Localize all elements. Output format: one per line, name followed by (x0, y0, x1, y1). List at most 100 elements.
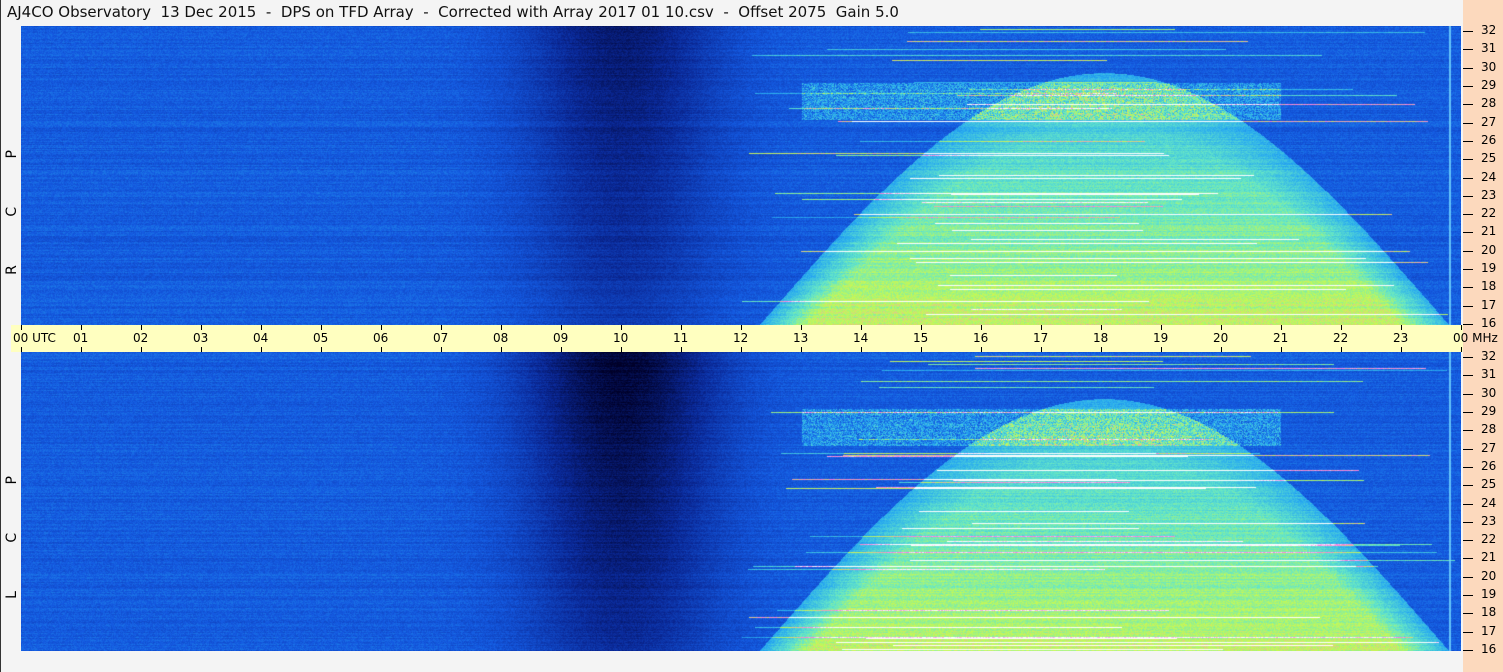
time-tick-mark (681, 347, 682, 352)
freq-tick-label: 16 (1481, 316, 1497, 330)
time-tick-mark (1281, 347, 1282, 352)
freq-tick-mark (1463, 85, 1473, 87)
time-tick-mark (561, 347, 562, 352)
time-tick-label: 07 (433, 331, 449, 345)
lcp-label: L C P (4, 454, 20, 599)
lcp-spectrogram-panel (21, 352, 1461, 651)
time-tick-mark (321, 325, 322, 330)
freq-tick-label: 27 (1481, 440, 1497, 455)
freq-tick-mark (1463, 540, 1473, 542)
time-tick-label: 10 (613, 331, 629, 345)
time-tick-mark (1461, 347, 1462, 352)
freq-tick-label: 22 (1481, 206, 1497, 221)
time-tick-mark (81, 325, 82, 330)
freq-tick-label: 21 (1481, 550, 1497, 565)
freq-tick-mark (1463, 558, 1473, 560)
freq-tick-mark (1463, 613, 1473, 615)
time-tick-mark (21, 347, 22, 352)
freq-tick-mark (1463, 287, 1473, 289)
time-tick-mark (1401, 325, 1402, 330)
rcp-label: R C P (4, 128, 20, 275)
time-tick-label: 03 (193, 331, 209, 345)
time-tick-mark (441, 325, 442, 330)
time-tick-mark (981, 325, 982, 330)
freq-tick-mark (1463, 324, 1473, 325)
time-tick-mark (381, 325, 382, 330)
freq-tick-mark (1463, 411, 1473, 413)
time-tick-label: 11 (673, 331, 689, 345)
freq-tick-label: 17 (1481, 297, 1497, 312)
time-tick-label: 00 MHz (1453, 331, 1498, 345)
time-tick-mark (741, 347, 742, 352)
time-tick-label: 22 (1333, 331, 1349, 345)
time-tick-mark (141, 325, 142, 330)
freq-tick-label: 22 (1481, 532, 1497, 547)
freq-tick-label: 32 (1481, 23, 1497, 37)
freq-tick-mark (1463, 393, 1473, 395)
freq-tick-mark (1463, 195, 1473, 197)
time-tick-label: 02 (133, 331, 149, 345)
freq-tick-mark (1463, 104, 1473, 106)
freq-tick-mark (1463, 503, 1473, 505)
spectrogram-window: AJ4CO Observatory 13 Dec 2015 - DPS on T… (0, 0, 1503, 672)
freq-tick-mark (1463, 67, 1473, 69)
time-tick-mark (1161, 325, 1162, 330)
freq-tick-mark (1463, 448, 1473, 450)
freq-tick-label: 26 (1481, 458, 1497, 473)
freq-tick-mark (1463, 631, 1473, 633)
freq-tick-label: 28 (1481, 422, 1497, 437)
freq-tick-mark (1463, 357, 1473, 358)
freq-tick-label: 24 (1481, 169, 1497, 184)
time-tick-mark (681, 325, 682, 330)
time-tick-label: 08 (493, 331, 509, 345)
time-tick-mark (861, 347, 862, 352)
freq-tick-mark (1463, 430, 1473, 432)
freq-tick-label: 29 (1481, 77, 1497, 92)
freq-tick-label: 25 (1481, 477, 1497, 492)
time-tick-label: 00 UTC (13, 331, 56, 345)
time-tick-mark (1101, 347, 1102, 352)
time-tick-mark (801, 347, 802, 352)
freq-tick-label: 24 (1481, 495, 1497, 510)
time-tick-label: 05 (313, 331, 329, 345)
freq-tick-label: 29 (1481, 403, 1497, 418)
time-tick-label: 20 (1213, 331, 1229, 345)
time-tick-mark (561, 325, 562, 330)
time-tick-mark (981, 347, 982, 352)
time-tick-mark (1341, 325, 1342, 330)
time-tick-label: 01 (73, 331, 89, 345)
freq-tick-mark (1463, 269, 1473, 271)
time-tick-label: 04 (253, 331, 269, 345)
time-tick-mark (1041, 325, 1042, 330)
freq-tick-label: 17 (1481, 623, 1497, 638)
time-tick-mark (1401, 347, 1402, 352)
freq-tick-mark (1463, 31, 1473, 32)
time-tick-label: 14 (853, 331, 869, 345)
freq-tick-mark (1463, 521, 1473, 523)
time-tick-mark (921, 347, 922, 352)
freq-tick-label: 20 (1481, 568, 1497, 583)
time-tick-mark (1281, 325, 1282, 330)
freq-tick-mark (1463, 305, 1473, 307)
freq-tick-mark (1463, 595, 1473, 597)
time-tick-mark (1461, 325, 1462, 330)
time-tick-label: 19 (1153, 331, 1169, 345)
time-tick-mark (1221, 325, 1222, 330)
freq-tick-label: 27 (1481, 114, 1497, 129)
freq-tick-label: 18 (1481, 279, 1497, 294)
time-tick-mark (81, 347, 82, 352)
rcp-spectrogram-panel (21, 26, 1461, 325)
freq-tick-label: 26 (1481, 132, 1497, 147)
time-tick-label: 06 (373, 331, 389, 345)
time-tick-mark (261, 325, 262, 330)
freq-tick-label: 31 (1481, 367, 1497, 382)
freq-tick-label: 30 (1481, 385, 1497, 400)
time-tick-mark (1041, 347, 1042, 352)
freq-tick-mark (1463, 375, 1473, 377)
freq-tick-label: 19 (1481, 261, 1497, 276)
freq-tick-label: 25 (1481, 151, 1497, 166)
time-tick-mark (1161, 347, 1162, 352)
freq-tick-label: 18 (1481, 605, 1497, 620)
time-tick-label: 21 (1273, 331, 1289, 345)
chart-title: AJ4CO Observatory 13 Dec 2015 - DPS on T… (7, 3, 899, 21)
